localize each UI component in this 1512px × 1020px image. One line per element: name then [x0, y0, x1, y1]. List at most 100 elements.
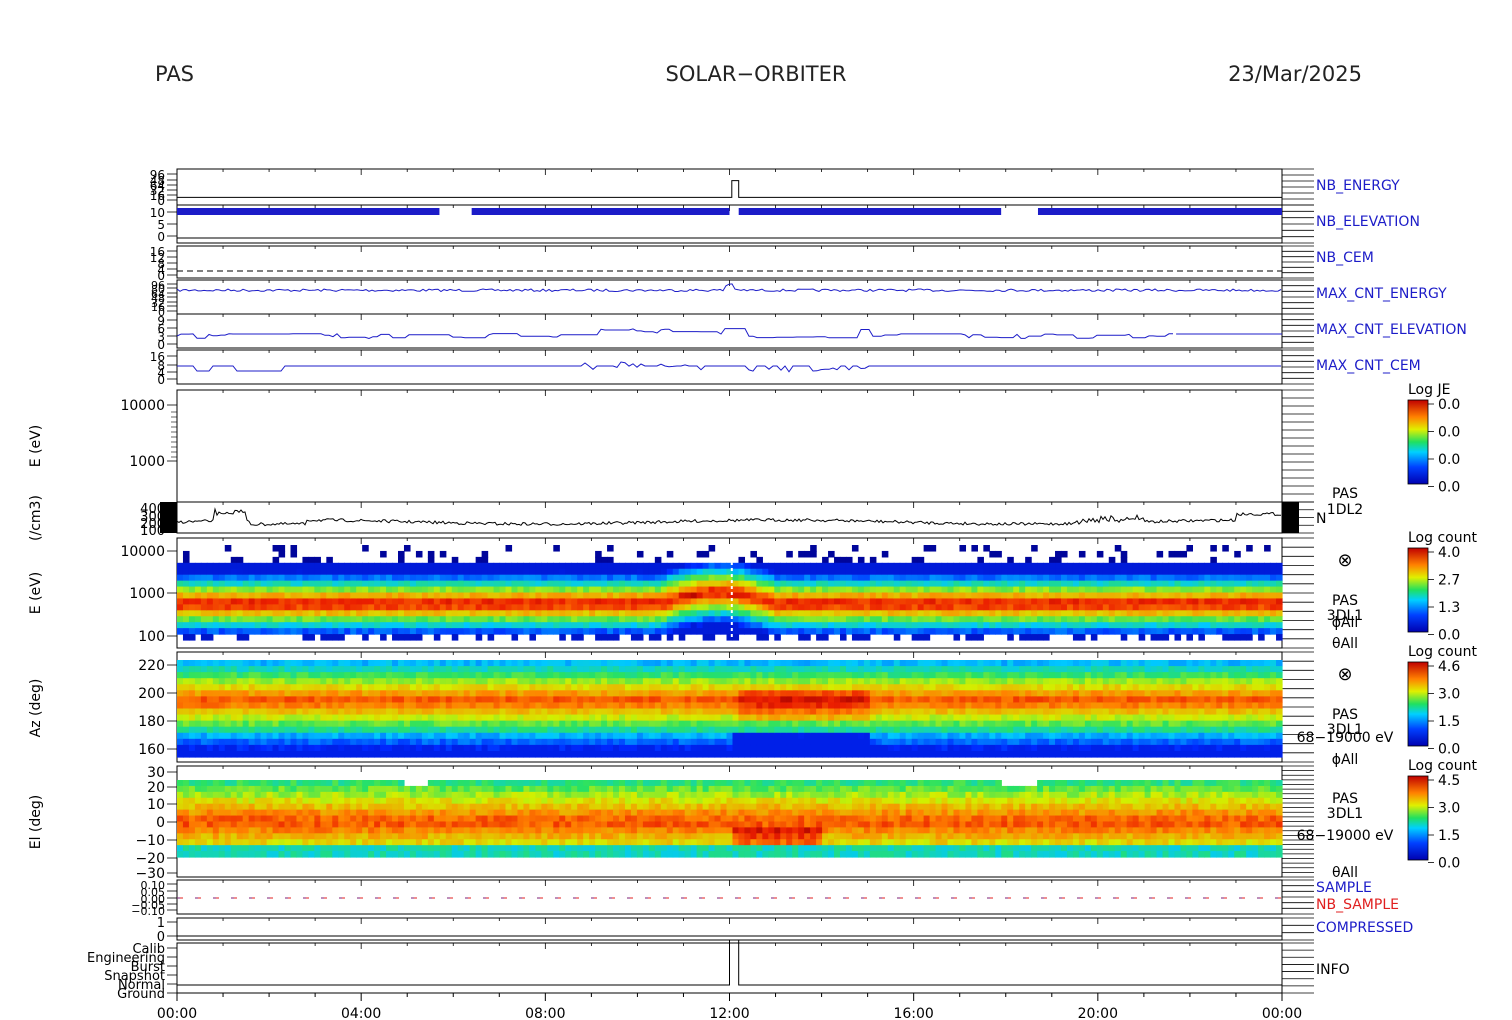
- energy-spectrogram-cell: [1150, 592, 1158, 600]
- energy-spectrogram-cell: [804, 586, 811, 594]
- azimuth-spectrogram-cell: [834, 690, 841, 697]
- energy-spectrogram-cell: [356, 628, 363, 635]
- energy-spectrogram-cell: [1019, 562, 1026, 570]
- energy-spectrogram-cell: [445, 628, 453, 635]
- energy-spectrogram-cell: [1252, 592, 1259, 600]
- energy-spectrogram-cell: [1252, 568, 1259, 576]
- energy-spectrogram-cell: [314, 592, 321, 600]
- energy-spectrogram-cell: [559, 616, 566, 623]
- azimuth-spectrogram-cell: [959, 672, 967, 679]
- azimuth-spectrogram-cell: [845, 708, 853, 716]
- energy-spectrogram-cell: [182, 616, 190, 623]
- azimuth-spectrogram-cell: [278, 720, 286, 728]
- energy-spectrogram-cell: [768, 580, 775, 588]
- energy-spectrogram-cell: [989, 604, 996, 611]
- energy-spectrogram-cell: [905, 610, 913, 617]
- azimuth-spectrogram-cell: [714, 720, 722, 728]
- energy-spectrogram-cell: [392, 598, 399, 605]
- azimuth-spectrogram-cell: [875, 726, 883, 734]
- energy-spectrogram-cell: [248, 610, 256, 617]
- azimuth-spectrogram-cell: [511, 732, 519, 740]
- energy-spectrogram-cell: [1156, 568, 1164, 576]
- energy-spectrogram-cell: [445, 568, 453, 576]
- energy-spectrogram-cell: [182, 556, 190, 564]
- energy-spectrogram-cell: [224, 622, 232, 629]
- azimuth-spectrogram-cell: [595, 672, 602, 679]
- energy-spectrogram-cell: [1061, 580, 1068, 588]
- energy-spectrogram-cell: [804, 562, 811, 570]
- azimuth-spectrogram-cell: [314, 666, 321, 673]
- energy-spectrogram-cell: [756, 580, 763, 588]
- energy-spectrogram-cell: [1019, 598, 1026, 605]
- energy-spectrogram-cell: [499, 574, 507, 582]
- energy-spectrogram-cell: [1198, 580, 1205, 588]
- azimuth-spectrogram-cell: [469, 690, 477, 697]
- azimuth-spectrogram-cell: [547, 672, 554, 679]
- energy-spectrogram-cell: [356, 580, 363, 588]
- azimuth-spectrogram-cell: [624, 666, 632, 673]
- azimuth-spectrogram-cell: [869, 708, 877, 716]
- azimuth-spectrogram-cell: [863, 702, 871, 710]
- azimuth-spectrogram-cell: [242, 714, 250, 722]
- azimuth-spectrogram-cell: [571, 726, 578, 734]
- energy-spectrogram-cell: [923, 628, 931, 635]
- energy-spectrogram-cell: [648, 604, 656, 611]
- energy-spectrogram-cell: [433, 622, 441, 629]
- energy-spectrogram-cell: [929, 580, 937, 588]
- azimuth-spectrogram-cell: [475, 684, 483, 691]
- energy-spectrogram-cell: [959, 562, 967, 570]
- azimuth-spectrogram-cell: [881, 660, 889, 667]
- azimuth-spectrogram-cell: [607, 678, 614, 685]
- azimuth-spectrogram-cell: [881, 732, 889, 740]
- azimuth-spectrogram-cell: [929, 672, 937, 679]
- energy-spectrogram-cell: [1031, 604, 1038, 611]
- energy-spectrogram-cell: [601, 580, 608, 588]
- azimuth-spectrogram-cell: [254, 690, 262, 697]
- energy-spectrogram-cell: [1198, 628, 1205, 635]
- azimuth-spectrogram-cell: [230, 690, 238, 697]
- energy-spectrogram-cell: [995, 592, 1002, 600]
- azimuth-spectrogram-cell: [463, 726, 471, 734]
- energy-spectrogram-cell: [469, 592, 477, 600]
- energy-spectrogram-cell: [182, 562, 190, 570]
- azimuth-spectrogram-cell: [332, 684, 339, 691]
- azimuth-spectrogram-cell: [607, 684, 614, 691]
- azimuth-spectrogram-cell: [613, 732, 620, 740]
- energy-spectrogram-cell: [630, 598, 638, 605]
- azimuth-spectrogram-cell: [224, 702, 232, 710]
- energy-spectrogram-cell: [296, 610, 304, 617]
- energy-spectrogram-cell: [1061, 598, 1068, 605]
- energy-spectrogram-cell: [1240, 616, 1247, 623]
- azimuth-spectrogram-cell: [869, 696, 877, 704]
- azimuth-spectrogram-cell: [302, 708, 309, 716]
- azimuth-spectrogram-cell: [589, 690, 596, 697]
- azimuth-spectrogram-cell: [362, 708, 369, 716]
- energy-spectrogram-cell: [1162, 568, 1170, 576]
- azimuth-spectrogram-cell: [762, 714, 769, 722]
- energy-spectrogram-cell: [445, 580, 453, 588]
- azimuth-spectrogram-cell: [619, 666, 626, 673]
- azimuth-spectrogram-cell: [451, 672, 459, 679]
- energy-spectrogram-cell: [254, 574, 262, 582]
- azimuth-spectrogram-cell: [290, 678, 298, 685]
- azimuth-spectrogram-cell: [254, 660, 262, 667]
- energy-spectrogram-cell: [1234, 604, 1241, 611]
- energy-spectrogram-cell: [314, 616, 321, 623]
- energy-spectrogram-cell: [732, 562, 740, 570]
- energy-spectrogram-cell: [499, 568, 507, 576]
- energy-spectrogram-cell: [893, 622, 901, 629]
- azimuth-spectrogram-cell: [583, 732, 590, 740]
- azimuth-spectrogram-cell: [523, 660, 530, 667]
- azimuth-spectrogram-cell: [439, 708, 447, 716]
- energy-spectrogram-cell: [296, 604, 304, 611]
- energy-spectrogram-cell: [947, 580, 955, 588]
- energy-spectrogram-cell: [756, 598, 763, 605]
- energy-spectrogram-cell: [636, 622, 644, 629]
- energy-spectrogram-cell: [1114, 562, 1122, 570]
- azimuth-spectrogram-cell: [810, 720, 817, 728]
- energy-spectrogram-cell: [642, 562, 650, 570]
- azimuth-spectrogram-cell: [660, 708, 668, 716]
- azimuth-spectrogram-cell: [869, 666, 877, 673]
- azimuth-spectrogram-cell: [869, 720, 877, 728]
- energy-spectrogram-cell: [409, 592, 417, 600]
